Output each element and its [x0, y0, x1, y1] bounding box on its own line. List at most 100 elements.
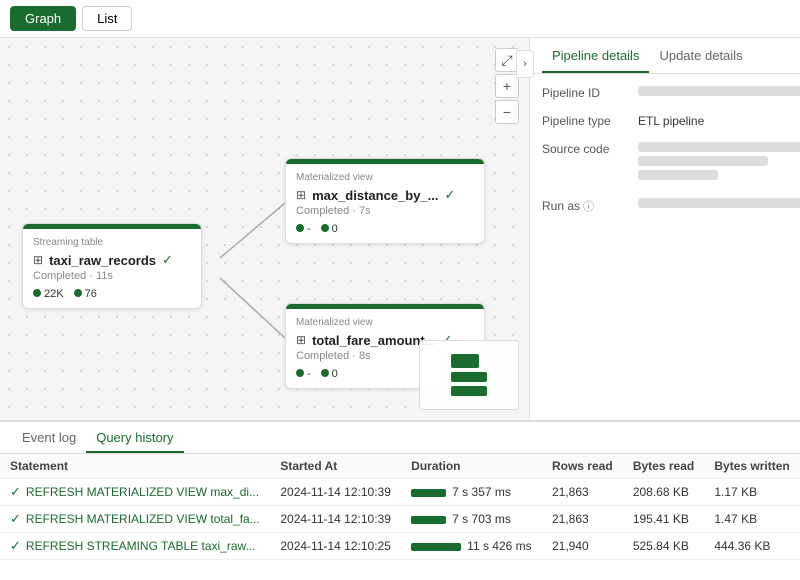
table-icon: ⊞: [33, 253, 43, 267]
node-metrics: - 0: [296, 223, 474, 235]
blurred-source-3: [638, 170, 718, 180]
bottom-panel: Event log Query history Statement Starte…: [0, 420, 800, 580]
node-title: taxi_raw_records: [49, 253, 156, 268]
duration-cell: 7 s 703 ms: [401, 506, 542, 533]
minimap-node-streaming: [451, 354, 479, 368]
statement-cell[interactable]: ✓REFRESH MATERIALIZED VIEW total_fa...: [0, 506, 270, 533]
table-header: Statement Started At Duration Rows read …: [0, 454, 800, 479]
table-row[interactable]: ✓REFRESH MATERIALIZED VIEW max_di...2024…: [0, 479, 800, 506]
graph-canvas[interactable]: Streaming table ⊞ taxi_raw_records ✓ Com…: [0, 38, 530, 420]
started-at-cell: 2024-11-14 12:10:39: [270, 506, 401, 533]
duration-bar: [411, 516, 446, 524]
query-history-table: Statement Started At Duration Rows read …: [0, 454, 800, 560]
panel-tabs: Pipeline details Update details: [530, 38, 800, 74]
source-code-row: Source code: [542, 142, 788, 184]
bytes-written-cell: 1.17 KB: [704, 479, 800, 506]
pipeline-id-value: [638, 86, 800, 100]
node-title: max_distance_by_...: [312, 188, 438, 203]
table-body: ✓REFRESH MATERIALIZED VIEW max_di...2024…: [0, 479, 800, 560]
node-body: Materialized view ⊞ max_distance_by_... …: [286, 164, 484, 243]
table-row[interactable]: ✓REFRESH STREAMING TABLE taxi_raw...2024…: [0, 533, 800, 560]
metric-dot-2: [321, 224, 329, 232]
metric-dot-1: [296, 369, 304, 377]
metric-value-1: -: [307, 368, 311, 380]
minimap-node-mat2: [451, 386, 487, 396]
panel-content: Pipeline ID Pipeline type ETL pipeline S…: [530, 74, 800, 420]
metric-dot-2: [321, 369, 329, 377]
pipeline-details-tab[interactable]: Pipeline details: [542, 38, 649, 73]
node-title: total_fare_amount...: [312, 333, 436, 348]
statement-cell[interactable]: ✓REFRESH STREAMING TABLE taxi_raw...: [0, 533, 270, 560]
pipeline-type-label: Pipeline type: [542, 114, 632, 128]
blurred-runas: [638, 198, 800, 208]
node-type-label: Materialized view: [296, 317, 474, 328]
duration-cell: 11 s 426 ms: [401, 533, 542, 560]
query-history-table-container: Statement Started At Duration Rows read …: [0, 454, 800, 580]
col-started-at: Started At: [270, 454, 401, 479]
blurred-id: [638, 86, 800, 96]
col-rows-read: Rows read: [542, 454, 623, 479]
update-details-tab[interactable]: Update details: [649, 38, 752, 73]
pipeline-id-label: Pipeline ID: [542, 86, 632, 100]
statement-link[interactable]: REFRESH MATERIALIZED VIEW total_fa...: [26, 512, 260, 526]
metric-value-1: 22K: [44, 288, 64, 300]
bottom-tabs: Event log Query history: [0, 422, 800, 454]
metric-value-1: -: [307, 223, 311, 235]
run-as-value: [638, 198, 800, 214]
query-history-tab[interactable]: Query history: [86, 422, 183, 453]
rows-read-cell: 21,863: [542, 479, 623, 506]
metric-value-2: 0: [332, 368, 338, 380]
statement-cell[interactable]: ✓REFRESH MATERIALIZED VIEW max_di...: [0, 479, 270, 506]
metric-value-2: 76: [85, 288, 97, 300]
graph-tab-button[interactable]: Graph: [10, 6, 76, 31]
duration-bar: [411, 543, 461, 551]
pipeline-id-row: Pipeline ID: [542, 86, 788, 100]
right-panel: Pipeline details Update details Pipeline…: [530, 38, 800, 420]
metric-dot-1: [33, 289, 41, 297]
pipeline-type-row: Pipeline type ETL pipeline: [542, 114, 788, 128]
run-as-label: Run as ⓘ: [542, 198, 632, 214]
node-title-row: ⊞ max_distance_by_... ✓: [296, 187, 474, 203]
started-at-cell: 2024-11-14 12:10:39: [270, 479, 401, 506]
bytes-read-cell: 208.68 KB: [623, 479, 705, 506]
node-status: Completed · 7s: [296, 205, 474, 217]
pipeline-type-value: ETL pipeline: [638, 114, 788, 128]
main-area: Streaming table ⊞ taxi_raw_records ✓ Com…: [0, 38, 800, 420]
minimap[interactable]: [419, 340, 519, 410]
streaming-table-node[interactable]: Streaming table ⊞ taxi_raw_records ✓ Com…: [22, 223, 202, 309]
statement-link[interactable]: REFRESH MATERIALIZED VIEW max_di...: [26, 485, 259, 499]
run-as-row: Run as ⓘ: [542, 198, 788, 214]
table-icon: ⊞: [296, 333, 306, 347]
panel-toggle-button[interactable]: ›: [516, 50, 534, 78]
bytes-read-cell: 195.41 KB: [623, 506, 705, 533]
node-metrics: 22K 76: [33, 288, 191, 300]
mat-view-node-1[interactable]: Materialized view ⊞ max_distance_by_... …: [285, 158, 485, 244]
minimap-node-mat1: [451, 372, 487, 382]
node-type-label: Materialized view: [296, 172, 474, 183]
check-icon: ✓: [162, 252, 173, 268]
metric-dot-2: [74, 289, 82, 297]
col-bytes-read: Bytes read: [623, 454, 705, 479]
rows-read-cell: 21,940: [542, 533, 623, 560]
duration-cell: 7 s 357 ms: [401, 479, 542, 506]
node-type-label: Streaming table: [33, 237, 191, 248]
node-title-row: ⊞ taxi_raw_records ✓: [33, 252, 191, 268]
blurred-source-1: [638, 142, 800, 152]
col-duration: Duration: [401, 454, 542, 479]
metric-dot-1: [296, 224, 304, 232]
blurred-source-2: [638, 156, 768, 166]
event-log-tab[interactable]: Event log: [12, 422, 86, 453]
node-body: Streaming table ⊞ taxi_raw_records ✓ Com…: [23, 229, 201, 308]
node-status: Completed · 11s: [33, 270, 191, 282]
rows-read-cell: 21,863: [542, 506, 623, 533]
table-icon: ⊞: [296, 188, 306, 202]
list-tab-button[interactable]: List: [82, 6, 132, 31]
statement-link[interactable]: REFRESH STREAMING TABLE taxi_raw...: [26, 539, 256, 553]
col-bytes-written: Bytes written: [704, 454, 800, 479]
source-code-value: [638, 142, 800, 184]
table-row[interactable]: ✓REFRESH MATERIALIZED VIEW total_fa...20…: [0, 506, 800, 533]
run-as-info-icon[interactable]: ⓘ: [583, 198, 594, 214]
source-code-label: Source code: [542, 142, 632, 184]
bytes-written-cell: 1.47 KB: [704, 506, 800, 533]
zoom-out-button[interactable]: −: [495, 100, 519, 124]
